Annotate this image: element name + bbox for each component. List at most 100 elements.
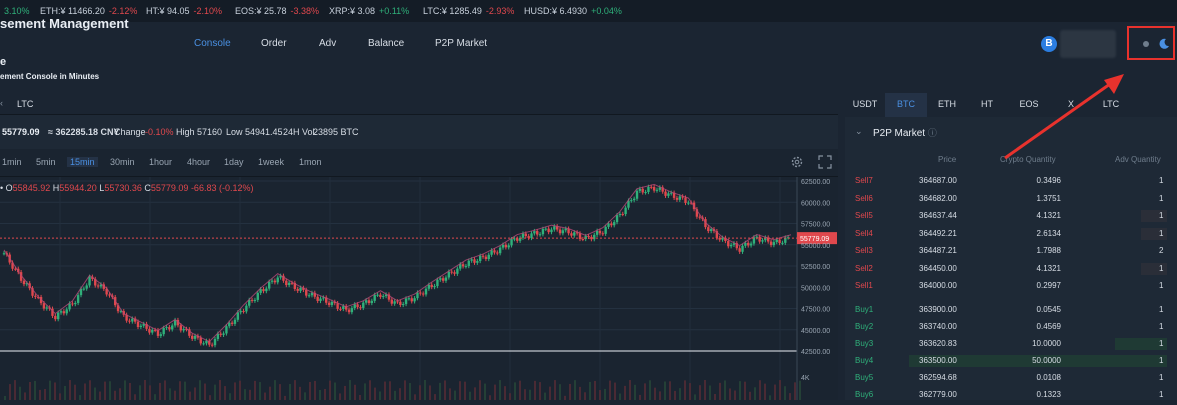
candle-body	[265, 288, 268, 292]
sell-order-row[interactable]: Sell4 364492.21 2.6134 1	[845, 226, 1177, 243]
low-value: 55730.36	[104, 183, 142, 193]
sun-icon[interactable]	[1139, 37, 1153, 51]
candle-body	[544, 228, 547, 230]
candle-body	[564, 228, 567, 231]
tab-btc[interactable]: BTC	[885, 93, 927, 117]
candle-body	[607, 223, 610, 227]
candle-body	[727, 241, 730, 247]
candle-body	[190, 335, 194, 339]
sell-order-row[interactable]: Sell2 364450.00 4.1321 1	[845, 261, 1177, 278]
candle-body	[709, 229, 713, 232]
buy-order-row[interactable]: Buy5 362594.68 0.0108 1	[845, 370, 1177, 387]
volume-bar	[584, 392, 586, 400]
ticker-item[interactable]: LTC:¥ 1285.49 -2.93%	[423, 6, 514, 16]
collapse-chevron-icon[interactable]: ⌄	[855, 126, 863, 137]
candle-body	[396, 301, 399, 303]
buy-order-row[interactable]: Buy2 363740.00 0.4569 1	[845, 319, 1177, 336]
volume-bar	[119, 388, 121, 400]
candle-body	[598, 230, 602, 234]
chart-canvas[interactable]: 55779.09 62500.00 60000.00 57500.00 55000.00…	[0, 177, 838, 400]
volume-bar	[394, 390, 396, 400]
interval-4hour[interactable]: 4hour	[187, 157, 210, 167]
order-crypto-quantity: 10.0000	[1032, 339, 1061, 348]
interval-30min[interactable]: 30min	[110, 157, 135, 167]
volume-bar	[554, 380, 556, 400]
ticker-item[interactable]: HT:¥ 94.05 -2.10%	[146, 6, 222, 16]
tab-eth[interactable]: ETH	[927, 93, 967, 117]
candle-body	[96, 285, 100, 287]
volume-bar	[614, 382, 616, 400]
candle-body	[342, 306, 345, 309]
ticker-symbol: EOS:	[235, 6, 257, 16]
buy-order-row[interactable]: Buy6 362779.00 0.1323 1	[845, 387, 1177, 404]
moving-average-line	[3, 183, 792, 343]
avatar[interactable]: B	[1041, 36, 1057, 52]
interval-15min[interactable]: 15min	[67, 157, 98, 167]
volume-bar	[409, 383, 411, 400]
interval-1week[interactable]: 1week	[258, 157, 284, 167]
ticker-symbol: LTC:	[423, 6, 442, 16]
sell-order-row[interactable]: Sell1 364000.00 0.2997 1	[845, 278, 1177, 295]
ticker-change: -2.12%	[108, 6, 138, 16]
volume-bar	[729, 388, 731, 400]
candle-body	[356, 304, 359, 308]
volume-bar	[414, 394, 416, 400]
nav-adv[interactable]: Adv	[319, 38, 336, 49]
candle-body	[536, 231, 539, 235]
interval-1min[interactable]: 1min	[2, 157, 22, 167]
candle-body	[287, 282, 291, 286]
ticker-item[interactable]: EOS:¥ 25.78 -3.38%	[235, 6, 319, 16]
interval-5min[interactable]: 5min	[36, 157, 56, 167]
candle-body	[450, 271, 453, 273]
info-icon[interactable]: ⓘ	[928, 128, 937, 138]
sell-order-row[interactable]: Sell7 364687.00 0.3496 1	[845, 173, 1177, 190]
interval-1mon[interactable]: 1mon	[299, 157, 322, 167]
order-adv-quantity: 1	[1159, 390, 1164, 399]
moon-icon[interactable]	[1157, 37, 1171, 51]
candle-body	[507, 245, 510, 248]
buy-order-row[interactable]: Buy4 363500.00 50.0000 1	[845, 353, 1177, 370]
candle-body	[404, 298, 408, 305]
volume-bar	[469, 391, 471, 400]
interval-1hour[interactable]: 1hour	[149, 157, 172, 167]
candle-body	[239, 310, 242, 313]
fullscreen-icon[interactable]	[818, 155, 832, 169]
ticker-item[interactable]: XRP:¥ 3.08 +0.11%	[329, 6, 409, 16]
buy-order-row[interactable]: Buy1 363900.00 0.0545 1	[845, 302, 1177, 319]
ticker-price: ¥ 25.78	[256, 6, 287, 16]
volume-bar	[784, 386, 786, 400]
volume-bar	[99, 391, 101, 400]
ticker-change: -3.38%	[290, 6, 320, 16]
top-navigation: sement Management Console Order Adv Bala…	[0, 16, 1177, 64]
sell-order-row[interactable]: Sell6 364682.00 1.3751 1	[845, 191, 1177, 208]
y-tick-label: 60000.00	[801, 200, 830, 207]
ticker-item[interactable]: ETH:¥ 11466.20 -2.12%	[40, 6, 137, 16]
nav-balance[interactable]: Balance	[368, 38, 404, 49]
candle-body	[561, 230, 565, 234]
nav-p2p-market[interactable]: P2P Market	[435, 38, 487, 49]
sell-order-row[interactable]: Sell3 364487.21 1.7988 2	[845, 243, 1177, 260]
interval-1day[interactable]: 1day	[224, 157, 244, 167]
candle-body	[441, 278, 445, 281]
candle-body	[182, 328, 185, 331]
tab-usdt[interactable]: USDT	[845, 93, 885, 117]
nav-console[interactable]: Console	[194, 38, 231, 49]
order-price: 364637.44	[919, 211, 957, 220]
ticker-item[interactable]: 3.10%	[0, 6, 30, 16]
volume-bar	[624, 385, 626, 400]
candle-body	[761, 240, 764, 242]
nav-order[interactable]: Order	[261, 38, 287, 49]
candle-body	[758, 236, 761, 242]
settings-gear-icon[interactable]	[790, 155, 804, 169]
volume-bar	[174, 390, 176, 400]
candle-body	[778, 239, 781, 244]
candlestick-chart[interactable]: 55779.09 62500.00 60000.00 57500.00 55000.00…	[0, 177, 838, 400]
coin-tab-ltc[interactable]: LTC	[17, 99, 33, 109]
chevron-left-icon[interactable]: ‹	[0, 98, 3, 108]
user-name-blurred[interactable]	[1060, 30, 1116, 58]
candle-body	[641, 188, 644, 193]
buy-order-row[interactable]: Buy3 363620.83 10.0000 1	[845, 336, 1177, 353]
volume-bar	[434, 394, 436, 400]
ticker-item[interactable]: HUSD:¥ 6.4930 +0.04%	[524, 6, 622, 16]
sell-order-row[interactable]: Sell5 364637.44 4.1321 1	[845, 208, 1177, 225]
